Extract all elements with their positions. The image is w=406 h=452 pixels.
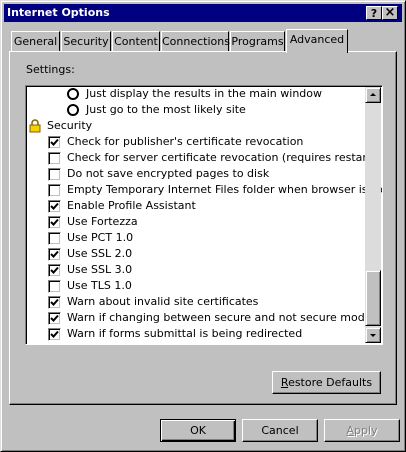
help-button[interactable]: ? <box>366 6 382 20</box>
internet-options-window: Internet Options ? × General Security Co… <box>0 0 406 452</box>
checkbox[interactable] <box>48 168 61 181</box>
setting-label: Enable Profile Assistant <box>67 199 196 212</box>
setting-label: Use TLS 1.0 <box>67 279 132 292</box>
check-icon <box>50 266 59 274</box>
radio-button[interactable] <box>67 104 79 116</box>
checkbox[interactable] <box>48 296 61 309</box>
tab-security[interactable]: Security <box>61 31 111 51</box>
setting-label: Check for server certificate revocation … <box>67 151 376 164</box>
restore-defaults-button[interactable]: Restore Defaults <box>272 371 381 394</box>
settings-list[interactable]: Just display the results in the main win… <box>25 85 383 345</box>
radio-button[interactable] <box>67 88 79 100</box>
check-icon <box>50 314 59 322</box>
checkbox[interactable] <box>48 184 61 197</box>
cancel-button[interactable]: Cancel <box>242 419 318 442</box>
arrow-down-icon <box>370 334 376 337</box>
accelerator-key: A <box>346 424 354 437</box>
lock-icon <box>29 119 41 133</box>
window-title: Internet Options <box>7 6 110 19</box>
tab-general[interactable]: General <box>11 31 60 51</box>
tab-advanced[interactable]: Advanced <box>286 29 348 53</box>
settings-scrollbar[interactable] <box>365 87 381 343</box>
scroll-thumb[interactable] <box>365 270 381 326</box>
title-bar[interactable]: Internet Options ? × <box>4 4 402 22</box>
setting-label: Warn about invalid site certificates <box>67 295 259 308</box>
accelerator-key: R <box>280 376 289 389</box>
close-button[interactable]: × <box>382 6 398 20</box>
checkbox[interactable] <box>48 136 61 149</box>
checkbox[interactable] <box>48 280 61 293</box>
tab-connections[interactable]: Connections <box>161 31 230 51</box>
tab-programs[interactable]: Programs <box>230 31 285 51</box>
category-label: Security <box>47 119 93 132</box>
check-icon <box>50 298 59 306</box>
scroll-down-button[interactable] <box>365 327 381 343</box>
settings-label: Settings: <box>26 63 75 76</box>
apply-button[interactable]: Apply <box>324 419 400 442</box>
checkbox[interactable] <box>48 216 61 229</box>
setting-label: Use SSL 2.0 <box>67 247 133 260</box>
setting-label: Use PCT 1.0 <box>67 231 134 244</box>
ok-button[interactable]: OK <box>160 419 236 442</box>
setting-label: Do not save encrypted pages to disk <box>67 167 270 180</box>
checkbox[interactable] <box>48 248 61 261</box>
setting-label: Warn if forms submittal is being redirec… <box>67 327 303 340</box>
setting-label: Warn if changing between secure and not … <box>67 311 372 324</box>
check-icon <box>50 330 59 338</box>
button-label: estore Defaults <box>288 376 373 389</box>
tab-content[interactable]: Content <box>112 31 160 51</box>
setting-label: Empty Temporary Internet Files folder wh… <box>67 183 383 196</box>
scroll-up-button[interactable] <box>365 87 381 103</box>
setting-label: Check for publisher's certificate revoca… <box>67 135 304 148</box>
setting-label: Just display the results in the main win… <box>86 87 322 100</box>
arrow-up-icon <box>370 93 376 96</box>
check-icon <box>50 218 59 226</box>
setting-label: Use Fortezza <box>67 215 138 228</box>
checkbox[interactable] <box>48 264 61 277</box>
check-icon <box>50 250 59 258</box>
checkbox[interactable] <box>48 312 61 325</box>
check-icon <box>50 202 59 210</box>
checkbox[interactable] <box>48 328 61 341</box>
checkbox[interactable] <box>48 200 61 213</box>
setting-label: Just go to the most likely site <box>86 103 246 116</box>
checkbox[interactable] <box>48 232 61 245</box>
button-label: pply <box>354 424 378 437</box>
checkbox[interactable] <box>48 152 61 165</box>
check-icon <box>50 138 59 146</box>
setting-label: Use SSL 3.0 <box>67 263 133 276</box>
